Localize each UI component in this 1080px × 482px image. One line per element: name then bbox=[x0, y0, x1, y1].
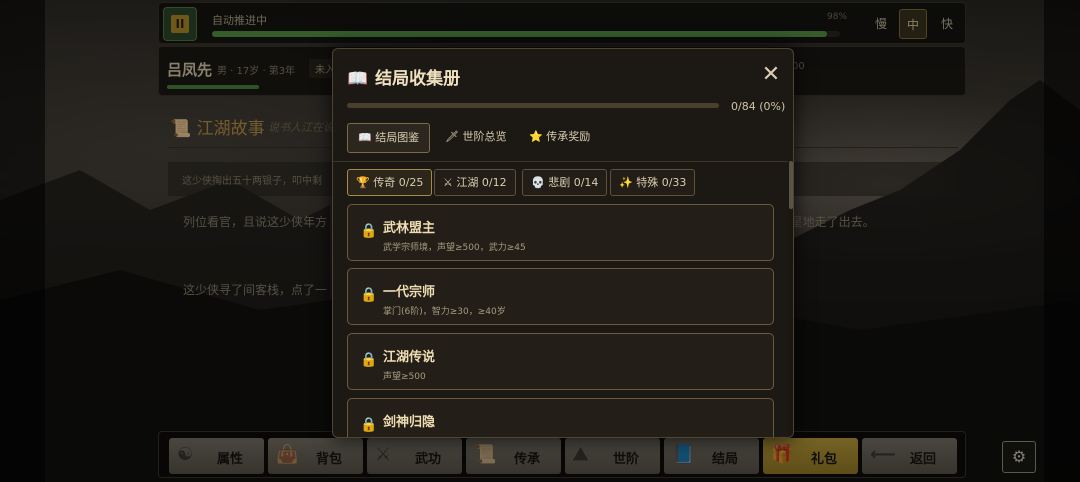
tab-label: 世阶总览 bbox=[462, 130, 507, 143]
tab-label: 结局图鉴 bbox=[375, 131, 420, 144]
dagger-icon: 🗡 bbox=[445, 130, 459, 143]
filter-jianghu[interactable]: ⚔ 江湖 0/12 bbox=[434, 169, 516, 196]
endings-list[interactable]: 🔒 武林盟主 武学宗师境，声望≥500，武力≥45 🔒 一代宗师 掌门(6阶)，… bbox=[347, 204, 775, 437]
list-scrollbar-thumb[interactable] bbox=[789, 161, 793, 209]
book-icon: 📖 bbox=[358, 131, 372, 144]
tab-world-tier-overview[interactable]: 🗡 世阶总览 bbox=[435, 123, 516, 153]
ending-name: 一代宗师 bbox=[383, 285, 436, 300]
sparkles-icon: ✨ bbox=[619, 176, 633, 189]
ending-requirement: 掌门(6阶)，智力≥30，≥40岁 bbox=[383, 307, 506, 317]
lock-icon: 🔒 bbox=[360, 417, 378, 433]
ending-requirement: 武学宗师境，声望≥500，武力≥45 bbox=[383, 243, 526, 253]
skull-icon: 💀 bbox=[531, 176, 545, 189]
ending-card[interactable]: 🔒 一代宗师 掌门(6阶)，智力≥30，≥40岁 bbox=[347, 268, 774, 325]
ending-card[interactable]: 🔒 江湖传说 声望≥500 bbox=[347, 333, 774, 390]
ending-name: 武林盟主 bbox=[383, 221, 436, 236]
star-icon: ⭐ bbox=[529, 130, 543, 143]
lock-icon: 🔒 bbox=[360, 352, 378, 368]
crossed-swords-icon: ⚔ bbox=[443, 176, 453, 189]
collection-progress-track bbox=[347, 103, 719, 108]
lock-icon: 🔒 bbox=[360, 287, 378, 303]
open-book-icon: 📖 bbox=[347, 69, 369, 89]
modal-title: 📖 结局收集册 bbox=[347, 64, 460, 89]
close-icon: ✕ bbox=[761, 62, 781, 87]
collection-progress-text: 0/84 (0%) bbox=[731, 100, 786, 113]
endings-collection-modal: 📖 结局收集册 ✕ 0/84 (0%) 📖 结局图鉴 🗡 世阶总览 ⭐ 传承奖励 … bbox=[332, 48, 794, 438]
modal-divider bbox=[333, 161, 793, 162]
filter-legend[interactable]: 🏆 传奇 0/25 bbox=[347, 169, 433, 196]
filter-label: 传奇 0/25 bbox=[373, 176, 424, 189]
tab-endings-gallery[interactable]: 📖 结局图鉴 bbox=[347, 123, 431, 153]
ending-card[interactable]: 🔒 武林盟主 武学宗师境，声望≥500，武力≥45 bbox=[347, 204, 774, 261]
filter-label: 悲剧 0/14 bbox=[548, 176, 599, 189]
trophy-icon: 🏆 bbox=[356, 176, 370, 189]
lock-icon: 🔒 bbox=[360, 223, 378, 239]
filter-special[interactable]: ✨ 特殊 0/33 bbox=[610, 169, 696, 196]
tab-label: 传承奖励 bbox=[546, 130, 591, 143]
ending-name: 剑神归隐 bbox=[383, 415, 436, 430]
close-button[interactable]: ✕ bbox=[759, 63, 783, 87]
tab-inheritance-rewards[interactable]: ⭐ 传承奖励 bbox=[519, 123, 600, 153]
filter-label: 特殊 0/33 bbox=[636, 176, 687, 189]
ending-card[interactable]: 🔒 剑神归隐 bbox=[347, 398, 774, 437]
ending-name: 江湖传说 bbox=[383, 350, 436, 365]
ending-requirement: 声望≥500 bbox=[383, 372, 426, 382]
filter-label: 江湖 0/12 bbox=[456, 176, 507, 189]
modal-title-text: 结局收集册 bbox=[375, 69, 461, 89]
filter-tragedy[interactable]: 💀 悲剧 0/14 bbox=[522, 169, 608, 196]
